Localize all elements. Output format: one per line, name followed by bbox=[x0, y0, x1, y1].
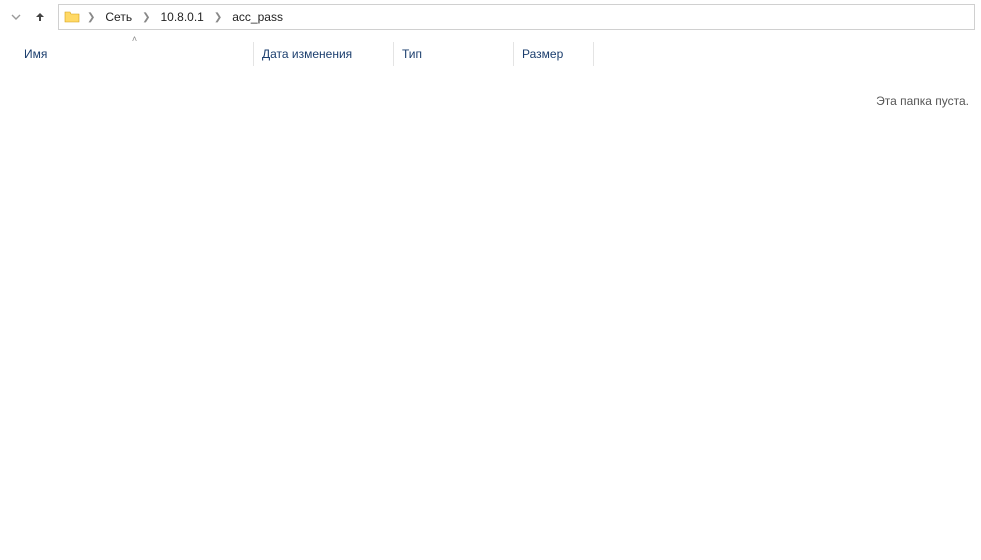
sort-ascending-icon: ˄ bbox=[132, 34, 137, 44]
column-headers: Имя ˄ Дата изменения Тип Размер bbox=[0, 42, 981, 72]
empty-folder-message: Эта папка пуста. bbox=[876, 94, 969, 108]
column-label: Дата изменения bbox=[262, 47, 352, 61]
column-header-date[interactable]: Дата изменения bbox=[254, 42, 394, 66]
file-list-area[interactable]: Эта папка пуста. bbox=[0, 72, 981, 542]
chevron-right-icon: ❯ bbox=[212, 12, 224, 23]
folder-icon bbox=[63, 9, 81, 25]
breadcrumb-item-folder[interactable]: acc_pass bbox=[226, 8, 289, 26]
column-label: Имя bbox=[24, 47, 47, 61]
column-label: Тип bbox=[402, 47, 422, 61]
navigation-toolbar: ❯ Сеть ❯ 10.8.0.1 ❯ acc_pass bbox=[0, 0, 981, 34]
breadcrumb-item-network[interactable]: Сеть bbox=[99, 8, 138, 26]
column-label: Размер bbox=[522, 47, 563, 61]
up-button[interactable] bbox=[30, 7, 50, 27]
column-header-name[interactable]: Имя ˄ bbox=[16, 42, 254, 66]
breadcrumb-item-host[interactable]: 10.8.0.1 bbox=[154, 8, 209, 26]
history-dropdown-button[interactable] bbox=[6, 7, 26, 27]
chevron-right-icon: ❯ bbox=[140, 12, 152, 23]
column-header-size[interactable]: Размер bbox=[514, 42, 594, 66]
chevron-right-icon: ❯ bbox=[85, 12, 97, 23]
address-bar[interactable]: ❯ Сеть ❯ 10.8.0.1 ❯ acc_pass bbox=[58, 4, 975, 30]
column-header-type[interactable]: Тип bbox=[394, 42, 514, 66]
